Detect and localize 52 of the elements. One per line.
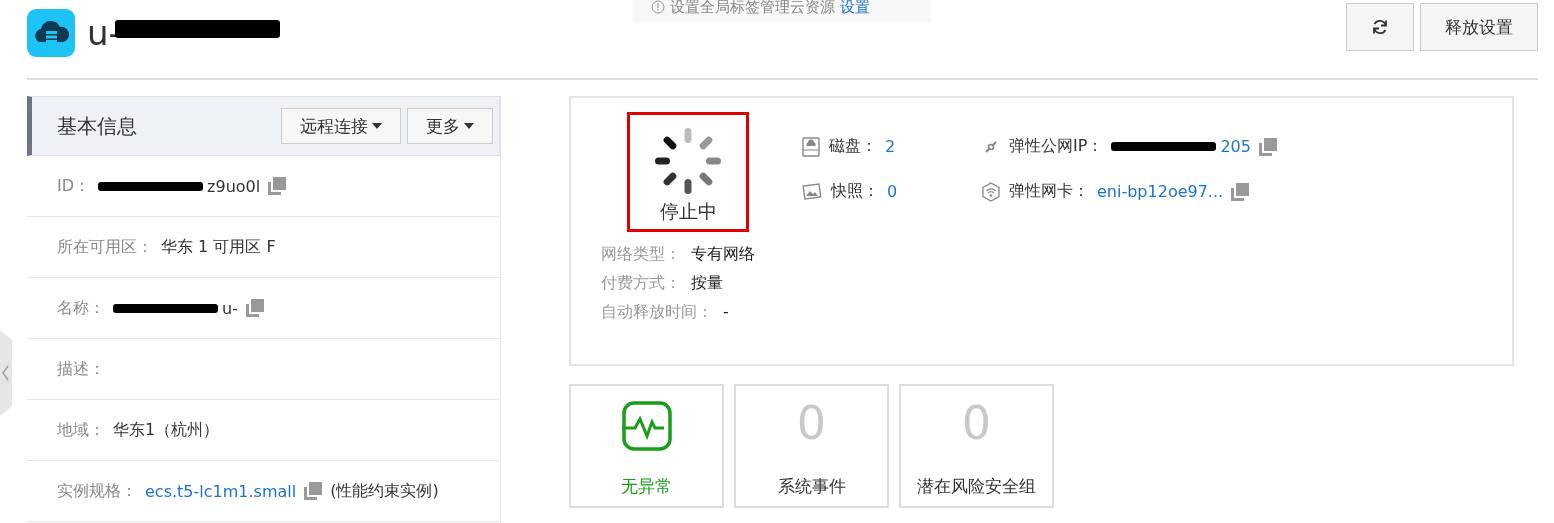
status-text: 停止中 <box>659 199 717 224</box>
field-label: 描述： <box>57 358 105 380</box>
caret-icon <box>464 123 474 129</box>
heartbeat-icon <box>620 400 673 452</box>
field-label: 所在可用区： <box>57 236 153 258</box>
resource-label: 快照： <box>831 181 879 202</box>
copy-icon[interactable] <box>1231 182 1250 201</box>
field-value: u- <box>222 298 238 318</box>
resource-label: 弹性公网IP： <box>1009 136 1104 157</box>
resource-label: 磁盘： <box>829 136 877 157</box>
copy-icon[interactable] <box>304 482 323 500</box>
resource-value[interactable]: 205 <box>1220 137 1251 156</box>
card-label: 潜在风险安全组 <box>917 475 1036 498</box>
detail-value: 专有网络 <box>691 244 755 265</box>
detail-label: 网络类型： <box>601 244 681 265</box>
photo-icon <box>801 181 823 202</box>
card-label: 系统事件 <box>777 475 846 498</box>
info-icon <box>651 0 665 14</box>
panel-title: 基本信息 <box>57 112 137 140</box>
field-note: (性能约束实例) <box>330 480 439 502</box>
field-value: 华东1（杭州） <box>113 419 220 441</box>
field-label: 地域： <box>57 419 105 441</box>
wifi-icon <box>981 181 1001 202</box>
dropdown-button[interactable]: 更多 <box>407 108 493 144</box>
resource-value[interactable]: 0 <box>887 182 898 201</box>
field-label: ID： <box>57 175 91 197</box>
detail-label: 付费方式： <box>601 273 681 294</box>
detail-value: - <box>723 302 729 323</box>
field-label: 名称： <box>57 297 105 319</box>
banner-text: 设置全局标签管理云资源 <box>670 0 835 17</box>
copy-icon[interactable] <box>245 299 264 317</box>
refresh-icon <box>1371 18 1389 36</box>
dropdown-button[interactable]: 远程连接 <box>281 108 401 144</box>
detail-value: 按量 <box>691 273 723 294</box>
value-link[interactable]: ecs.t5-lc1m1.small <box>145 481 297 501</box>
card-label: 无异常 <box>621 475 672 498</box>
resource-value[interactable]: eni-bp12oe97... <box>1097 182 1224 201</box>
caret-icon <box>372 123 382 129</box>
settings-link[interactable]: 设置 <box>840 0 870 17</box>
copy-icon[interactable] <box>268 177 287 195</box>
resource-label: 弹性网卡： <box>1009 181 1089 202</box>
stat-card[interactable]: 无异常 <box>569 384 724 508</box>
field-label: 实例规格： <box>57 480 137 502</box>
resource-value[interactable]: 2 <box>885 137 896 156</box>
cloud-server-icon <box>27 9 75 57</box>
detail-label: 自动释放时间： <box>601 302 713 323</box>
field-value: z9uo0l <box>207 176 261 196</box>
collapse-handle[interactable] <box>0 330 12 416</box>
release-settings-button[interactable]: 释放设置 <box>1420 3 1538 51</box>
field-value: 华东 1 可用区 F <box>161 236 276 258</box>
refresh-button[interactable] <box>1346 3 1414 51</box>
copy-icon[interactable] <box>1258 137 1277 156</box>
